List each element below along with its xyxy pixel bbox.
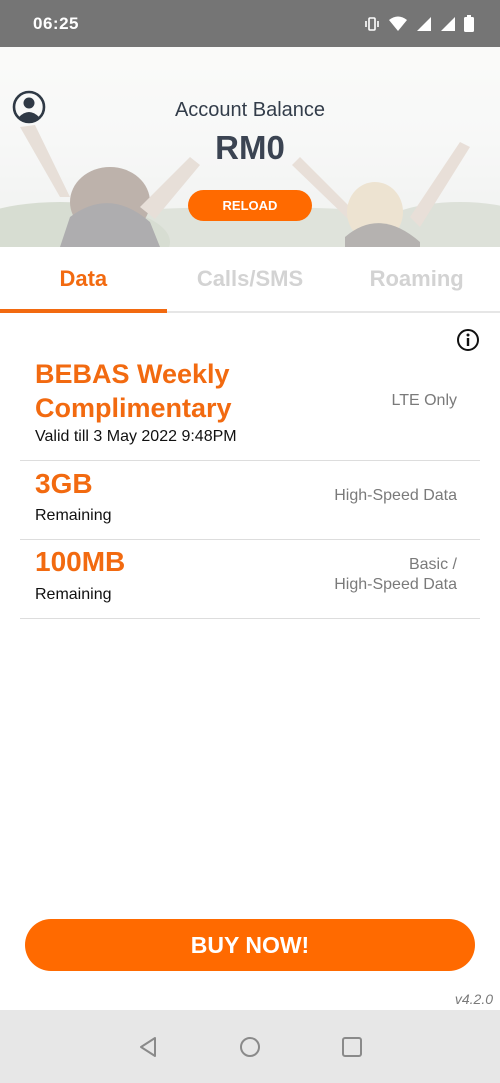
info-icon[interactable] (456, 328, 480, 352)
status-icons (364, 15, 474, 32)
data-type: High-Speed Data (334, 487, 457, 504)
data-type-line: High-Speed Data (334, 576, 457, 593)
app-version: v4.2.0 (454, 991, 493, 1007)
data-type: Basic / High-Speed Data (334, 555, 457, 595)
plan-validity: Valid till 3 May 2022 9:48PM (35, 428, 237, 445)
navigation-bar (0, 1010, 500, 1083)
data-amount: 100MB (35, 546, 126, 577)
divider (20, 539, 480, 540)
tab-calls-sms[interactable]: Calls/SMS (167, 247, 334, 311)
remaining-label: Remaining (35, 507, 112, 524)
signal-icon (441, 16, 455, 31)
home-icon[interactable] (238, 1035, 262, 1059)
balance-value: RM0 (215, 129, 285, 166)
battery-icon (464, 15, 474, 32)
remaining-label: Remaining (35, 586, 112, 603)
plan-tag: LTE Only (391, 392, 458, 409)
wifi-icon (389, 16, 407, 31)
plan-title: BEBAS Weekly Complimentary (35, 359, 232, 423)
back-icon[interactable] (136, 1035, 160, 1059)
signal-icon (417, 16, 431, 31)
buy-now-button[interactable]: BUY NOW! (25, 919, 475, 971)
divider (20, 460, 480, 461)
status-time: 06:25 (33, 13, 79, 33)
balance-label: Account Balance (174, 99, 326, 121)
tab-roaming[interactable]: Roaming (333, 247, 500, 311)
status-bar: 06:25 (0, 0, 500, 47)
divider (20, 618, 480, 619)
header-banner: Account Balance RM0 RELOAD (0, 47, 500, 247)
data-amount: 3GB (35, 468, 93, 499)
tab-bar: Data Calls/SMS Roaming (0, 247, 500, 313)
vibrate-icon (365, 16, 379, 31)
tab-data[interactable]: Data (0, 247, 167, 313)
reload-button[interactable]: RELOAD (188, 190, 312, 221)
data-type-line: Basic / (408, 556, 457, 573)
recents-icon[interactable] (340, 1035, 364, 1059)
